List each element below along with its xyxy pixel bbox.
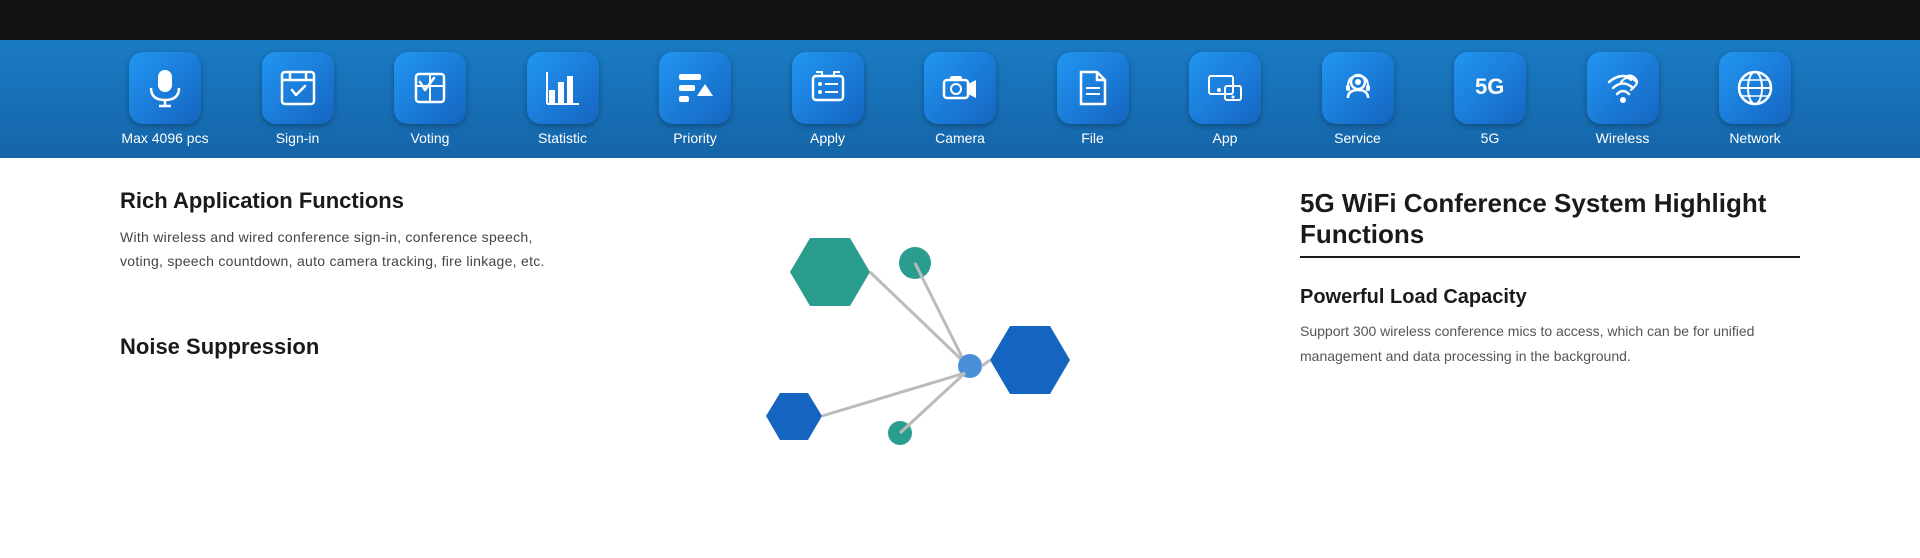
wireless-icon [1603, 68, 1643, 108]
apply-icon [808, 68, 848, 108]
rich-app-title: Rich Application Functions [120, 188, 580, 214]
5g-icon: 5G [1470, 68, 1510, 108]
camera-icon-box [924, 52, 996, 124]
file-icon-box [1057, 52, 1129, 124]
capacity-title: Powerful Load Capacity [1300, 286, 1800, 309]
apply-icon-box [792, 52, 864, 124]
top-black-bar [0, 0, 1920, 40]
network-icon-box [1719, 52, 1791, 124]
voting-icon-box [394, 52, 466, 124]
toolbar-item-voting[interactable]: Voting [385, 52, 475, 146]
file-label: File [1081, 130, 1104, 146]
network-icon [1735, 68, 1775, 108]
toolbar-item-network[interactable]: Network [1710, 52, 1800, 146]
toolbar-item-service[interactable]: Service [1313, 52, 1403, 146]
wireless-icon-box [1587, 52, 1659, 124]
max4096-label: Max 4096 pcs [121, 130, 208, 146]
statistic-icon-box [527, 52, 599, 124]
capacity-text: Support 300 wireless conference mics to … [1300, 319, 1800, 369]
apply-label: Apply [810, 130, 845, 146]
rich-app-text: With wireless and wired conference sign-… [120, 226, 580, 274]
priority-label: Priority [673, 130, 717, 146]
content-area: Rich Application Functions With wireless… [0, 158, 1920, 488]
max4096-icon-box [129, 52, 201, 124]
toolbar-item-signin[interactable]: Sign-in [253, 52, 343, 146]
priority-icon [675, 68, 715, 108]
statistic-label: Statistic [538, 130, 587, 146]
service-icon [1338, 68, 1378, 108]
icon-toolbar: Max 4096 pcs Sign-in Voting [0, 40, 1920, 158]
camera-icon [940, 68, 980, 108]
camera-label: Camera [935, 130, 985, 146]
app-icon-box [1189, 52, 1261, 124]
toolbar-item-apply[interactable]: Apply [783, 52, 873, 146]
toolbar-item-statistic[interactable]: Statistic [518, 52, 608, 146]
svg-text:5G: 5G [1475, 74, 1504, 99]
toolbar-item-priority[interactable]: Priority [650, 52, 740, 146]
toolbar-item-wireless[interactable]: Wireless [1578, 52, 1668, 146]
5g-icon-box: 5G [1454, 52, 1526, 124]
voting-icon [410, 68, 450, 108]
signin-label: Sign-in [276, 130, 320, 146]
voting-label: Voting [411, 130, 450, 146]
wireless-label: Wireless [1596, 130, 1650, 146]
toolbar-item-5g[interactable]: 5G 5G [1445, 52, 1535, 146]
mic-icon [145, 68, 185, 108]
service-icon-box [1322, 52, 1394, 124]
5g-label: 5G [1481, 130, 1500, 146]
toolbar-item-camera[interactable]: Camera [915, 52, 1005, 146]
app-label: App [1213, 130, 1238, 146]
network-label: Network [1729, 130, 1780, 146]
diagram-svg [730, 208, 1110, 488]
middle-diagram [580, 188, 1260, 488]
statistic-icon [543, 68, 583, 108]
priority-icon-box [659, 52, 731, 124]
signin-icon-box [262, 52, 334, 124]
service-label: Service [1334, 130, 1381, 146]
signin-icon [278, 68, 318, 108]
right-section: 5G WiFi Conference System Highlight Func… [1260, 188, 1800, 488]
toolbar-item-max4096[interactable]: Max 4096 pcs [120, 52, 210, 146]
app-icon [1205, 68, 1245, 108]
highlight-title: 5G WiFi Conference System Highlight Func… [1300, 188, 1800, 258]
toolbar-item-file[interactable]: File [1048, 52, 1138, 146]
toolbar-item-app[interactable]: App [1180, 52, 1270, 146]
noise-title: Noise Suppression [120, 334, 580, 360]
left-section: Rich Application Functions With wireless… [120, 188, 580, 488]
file-icon [1073, 68, 1113, 108]
